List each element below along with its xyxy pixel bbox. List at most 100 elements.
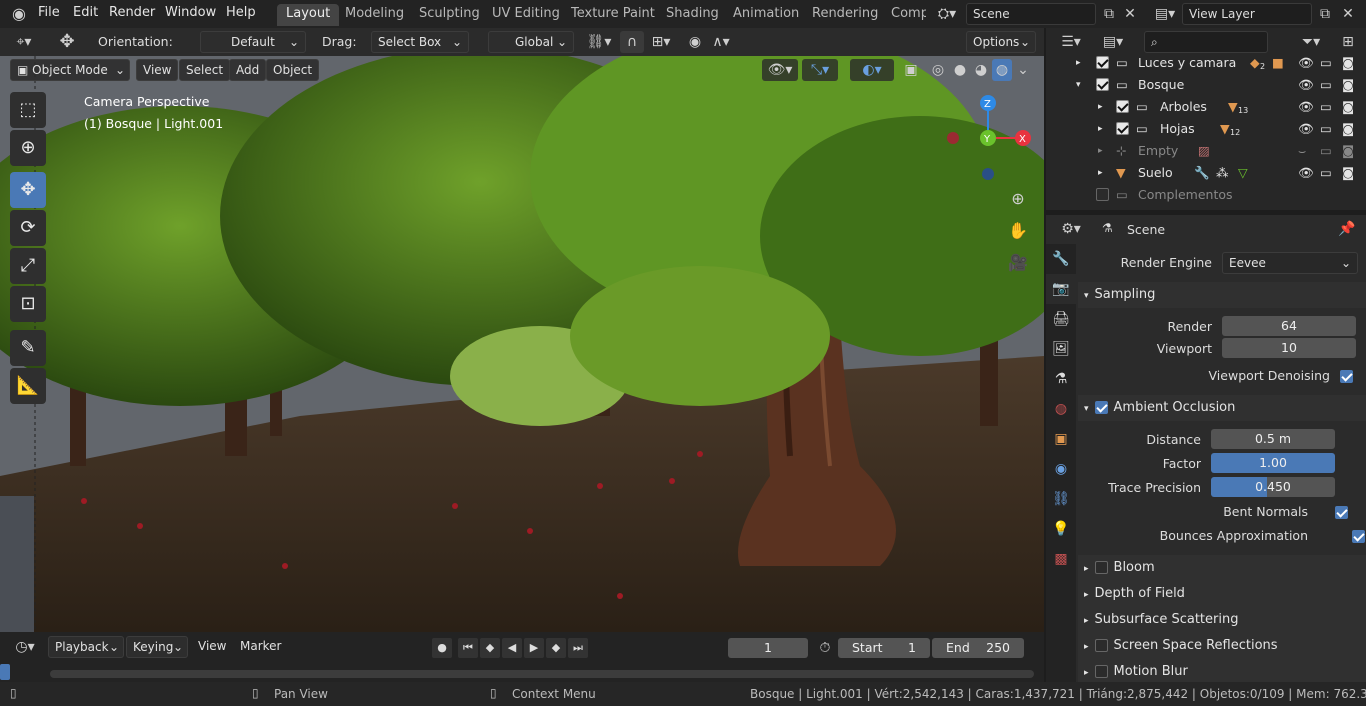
cursor-tool-icon[interactable]: ⊕ xyxy=(10,130,46,166)
current-frame-field[interactable]: 1 xyxy=(728,638,808,658)
pan-hand-icon[interactable]: ✋ xyxy=(1006,220,1030,242)
tool-tab-icon[interactable]: 🔧 xyxy=(1046,244,1076,274)
proportional-edit-icon[interactable]: ◉ xyxy=(684,31,706,53)
play-icon[interactable]: ▶ xyxy=(524,638,544,658)
outliner-row[interactable]: ▸ ▭ Hojas ▼ 12 👁 ▭ ◙ xyxy=(1070,118,1366,140)
render-camera-icon[interactable]: ◙ xyxy=(1342,162,1354,184)
start-frame-field[interactable]: Start 1 xyxy=(838,638,930,658)
exclude-checkbox[interactable] xyxy=(1096,56,1109,69)
tab-layout[interactable]: Layout xyxy=(277,4,340,26)
menu-file[interactable]: File xyxy=(30,0,68,28)
outliner-row[interactable]: ▾ ▭ Bosque 👁 ▭ ◙ xyxy=(1070,74,1366,96)
view-layer-field[interactable]: View Layer xyxy=(1182,3,1312,25)
overlays-icon[interactable]: ◐▾ xyxy=(850,59,894,81)
falloff-icon[interactable]: ∧▾ xyxy=(706,31,736,53)
tab-sculpting[interactable]: Sculpting xyxy=(410,4,489,26)
depth-of-field-header[interactable]: ▸ Depth of Field xyxy=(1078,581,1366,607)
end-frame-field[interactable]: End 250 xyxy=(932,638,1024,658)
timeline-view-menu[interactable]: View xyxy=(192,636,232,658)
select-box-tool-icon[interactable]: ⬚ xyxy=(10,92,46,128)
outliner-row[interactable]: ▭ Complementos xyxy=(1070,184,1366,206)
scene-field[interactable]: Scene xyxy=(966,3,1096,25)
monitor-icon[interactable]: ▭ xyxy=(1320,74,1332,96)
rendered-shading-icon[interactable]: ◍ xyxy=(992,59,1012,81)
menu-object[interactable]: Object xyxy=(266,59,320,81)
world-tab-icon[interactable]: ◍ xyxy=(1046,394,1076,424)
display-mode-icon[interactable]: ▤▾ xyxy=(1096,31,1130,53)
distance-field[interactable]: 0.5 m xyxy=(1211,429,1335,449)
bent-normals-checkbox[interactable] xyxy=(1334,506,1348,519)
blender-logo-icon[interactable]: ◉ xyxy=(8,3,30,25)
hidden-eye-icon[interactable]: ⌣ xyxy=(1298,140,1306,162)
tab-compositing[interactable]: Comp xyxy=(882,4,926,26)
wireframe-shading-icon[interactable]: ◎ xyxy=(928,59,948,81)
jump-end-icon[interactable]: ⏭ xyxy=(568,638,588,658)
render-tab-icon[interactable]: 📷 xyxy=(1046,274,1076,304)
zoom-icon[interactable]: ⊕ xyxy=(1006,188,1030,210)
measure-tool-icon[interactable]: 📐 xyxy=(10,368,46,404)
eye-icon[interactable]: 👁 xyxy=(1298,52,1314,74)
delete-scene-icon[interactable]: ✕ xyxy=(1120,3,1140,25)
record-icon[interactable]: ● xyxy=(432,638,452,658)
monitor-icon[interactable]: ▭ xyxy=(1320,140,1332,162)
object-tab-icon[interactable]: ▣ xyxy=(1046,424,1076,454)
factor-slider[interactable]: 1.00 xyxy=(1211,453,1335,473)
menu-add[interactable]: Add xyxy=(229,59,267,81)
tab-texture-paint[interactable]: Texture Paint xyxy=(562,4,664,26)
render-engine-dropdown[interactable]: Eevee ⌄ xyxy=(1222,252,1358,274)
drag-dropdown[interactable]: Select Box ⌄ xyxy=(371,31,469,53)
ambient-occlusion-checkbox[interactable] xyxy=(1094,401,1108,414)
motion-blur-header[interactable]: ▸ Motion Blur xyxy=(1078,659,1366,682)
motion-blur-checkbox[interactable] xyxy=(1094,665,1108,678)
eye-icon[interactable]: 👁 xyxy=(1298,74,1314,96)
visibility-icon[interactable]: 👁▾ xyxy=(762,59,798,81)
expand-icon[interactable]: ▸ xyxy=(1098,118,1103,140)
render-camera-icon[interactable]: ◙ xyxy=(1342,74,1354,96)
keying-menu[interactable]: Keying ⌄ xyxy=(126,636,188,658)
monitor-icon[interactable]: ▭ xyxy=(1320,118,1332,140)
bloom-header[interactable]: ▸ Bloom xyxy=(1078,555,1366,581)
play-reverse-icon[interactable]: ◀ xyxy=(502,638,522,658)
render-camera-icon[interactable]: ◙ xyxy=(1342,52,1354,74)
new-collection-icon[interactable]: ⊞ xyxy=(1336,31,1360,53)
next-keyframe-icon[interactable]: ◆ xyxy=(546,638,566,658)
annotate-tool-icon[interactable]: ✎ xyxy=(10,330,46,366)
menu-view[interactable]: View xyxy=(136,59,179,81)
exclude-checkbox[interactable] xyxy=(1096,188,1109,201)
view-layer-tab-icon[interactable]: 🖼 xyxy=(1046,334,1076,364)
tab-modeling[interactable]: Modeling xyxy=(336,4,413,26)
outliner-row[interactable]: ▸ ⊹ Empty ▨ ⌣ ▭ ◙ xyxy=(1070,140,1366,162)
subsurface-scattering-header[interactable]: ▸ Subsurface Scattering xyxy=(1078,607,1366,633)
render-camera-icon[interactable]: ◙ xyxy=(1342,118,1354,140)
timeline-scrollbar[interactable] xyxy=(50,670,1034,678)
pivot-icon[interactable]: ⛓▾ xyxy=(584,31,614,53)
marker-menu[interactable]: Marker xyxy=(234,636,287,658)
delete-view-layer-icon[interactable]: ✕ xyxy=(1338,3,1358,25)
monitor-icon[interactable]: ▭ xyxy=(1320,162,1332,184)
jump-start-icon[interactable]: ⏮ xyxy=(458,638,478,658)
snap-icon[interactable]: ∩ xyxy=(620,31,644,53)
constraints-tab-icon[interactable]: ⛓ xyxy=(1046,484,1076,514)
scene-browse-icon[interactable]: ⛭▾ xyxy=(932,3,962,25)
tab-shading[interactable]: Shading xyxy=(657,4,728,26)
eye-icon[interactable]: 👁 xyxy=(1298,162,1314,184)
bounces-approximation-checkbox[interactable] xyxy=(1351,530,1365,543)
options-dropdown[interactable]: Options ⌄ xyxy=(966,31,1036,53)
viewport-samples-field[interactable]: 10 xyxy=(1222,338,1356,358)
ambient-occlusion-header[interactable]: ▾ Ambient Occlusion xyxy=(1078,395,1366,421)
monitor-icon[interactable]: ▭ xyxy=(1320,52,1332,74)
pin-icon[interactable]: 📌 xyxy=(1336,218,1358,240)
material-shading-icon[interactable]: ◕ xyxy=(971,59,991,81)
rotate-tool-icon[interactable]: ⟳ xyxy=(10,210,46,246)
menu-window[interactable]: Window xyxy=(157,0,224,28)
eye-icon[interactable]: 👁 xyxy=(1298,96,1314,118)
transform-tool-icon[interactable]: ⊡ xyxy=(10,286,46,322)
bloom-checkbox[interactable] xyxy=(1094,561,1108,574)
scale-tool-icon[interactable]: ⤢ xyxy=(10,248,46,284)
tool-icon[interactable]: ⌖▾ xyxy=(6,31,42,53)
sampling-header[interactable]: ▾ Sampling xyxy=(1078,282,1366,308)
physics-tab-icon[interactable]: ◉ xyxy=(1046,454,1076,484)
expand-icon[interactable]: ▸ xyxy=(1098,162,1103,184)
object-mode-dropdown[interactable]: ▣ Object Mode ⌄ xyxy=(10,59,130,81)
monitor-icon[interactable]: ▭ xyxy=(1320,96,1332,118)
